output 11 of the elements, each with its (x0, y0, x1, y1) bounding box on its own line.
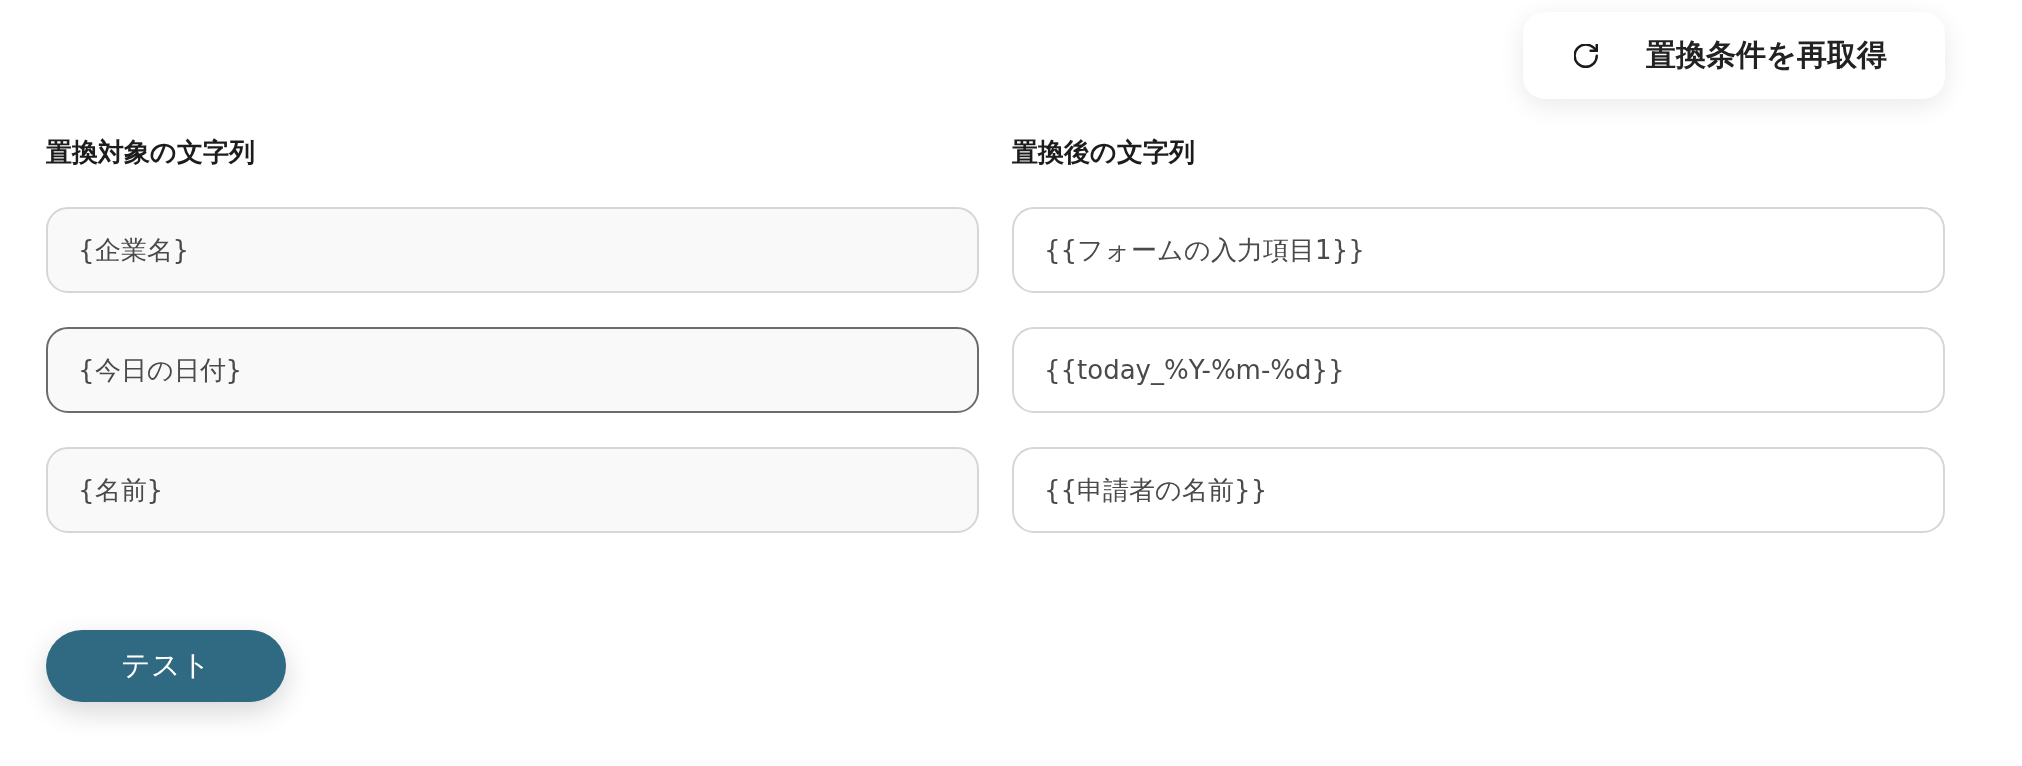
text-field[interactable]: {{申請者の名前}} (1012, 447, 1945, 533)
text-field[interactable]: {名前} (46, 447, 979, 533)
refresh-icon (1574, 43, 1598, 68)
test-button[interactable]: テスト (46, 630, 286, 702)
column-heading: 置換後の文字列 (1012, 136, 1196, 169)
refresh-button[interactable]: 置換条件を再取得 (1523, 12, 1945, 99)
text-field[interactable]: {今日の日付} (46, 327, 979, 413)
column-heading: 置換対象の文字列 (46, 136, 256, 169)
text-field[interactable]: {企業名} (46, 207, 979, 293)
text-field[interactable]: {{フォームの入力項目1}} (1012, 207, 1945, 293)
text-field[interactable]: {{today_%Y-%m-%d}} (1012, 327, 1945, 413)
